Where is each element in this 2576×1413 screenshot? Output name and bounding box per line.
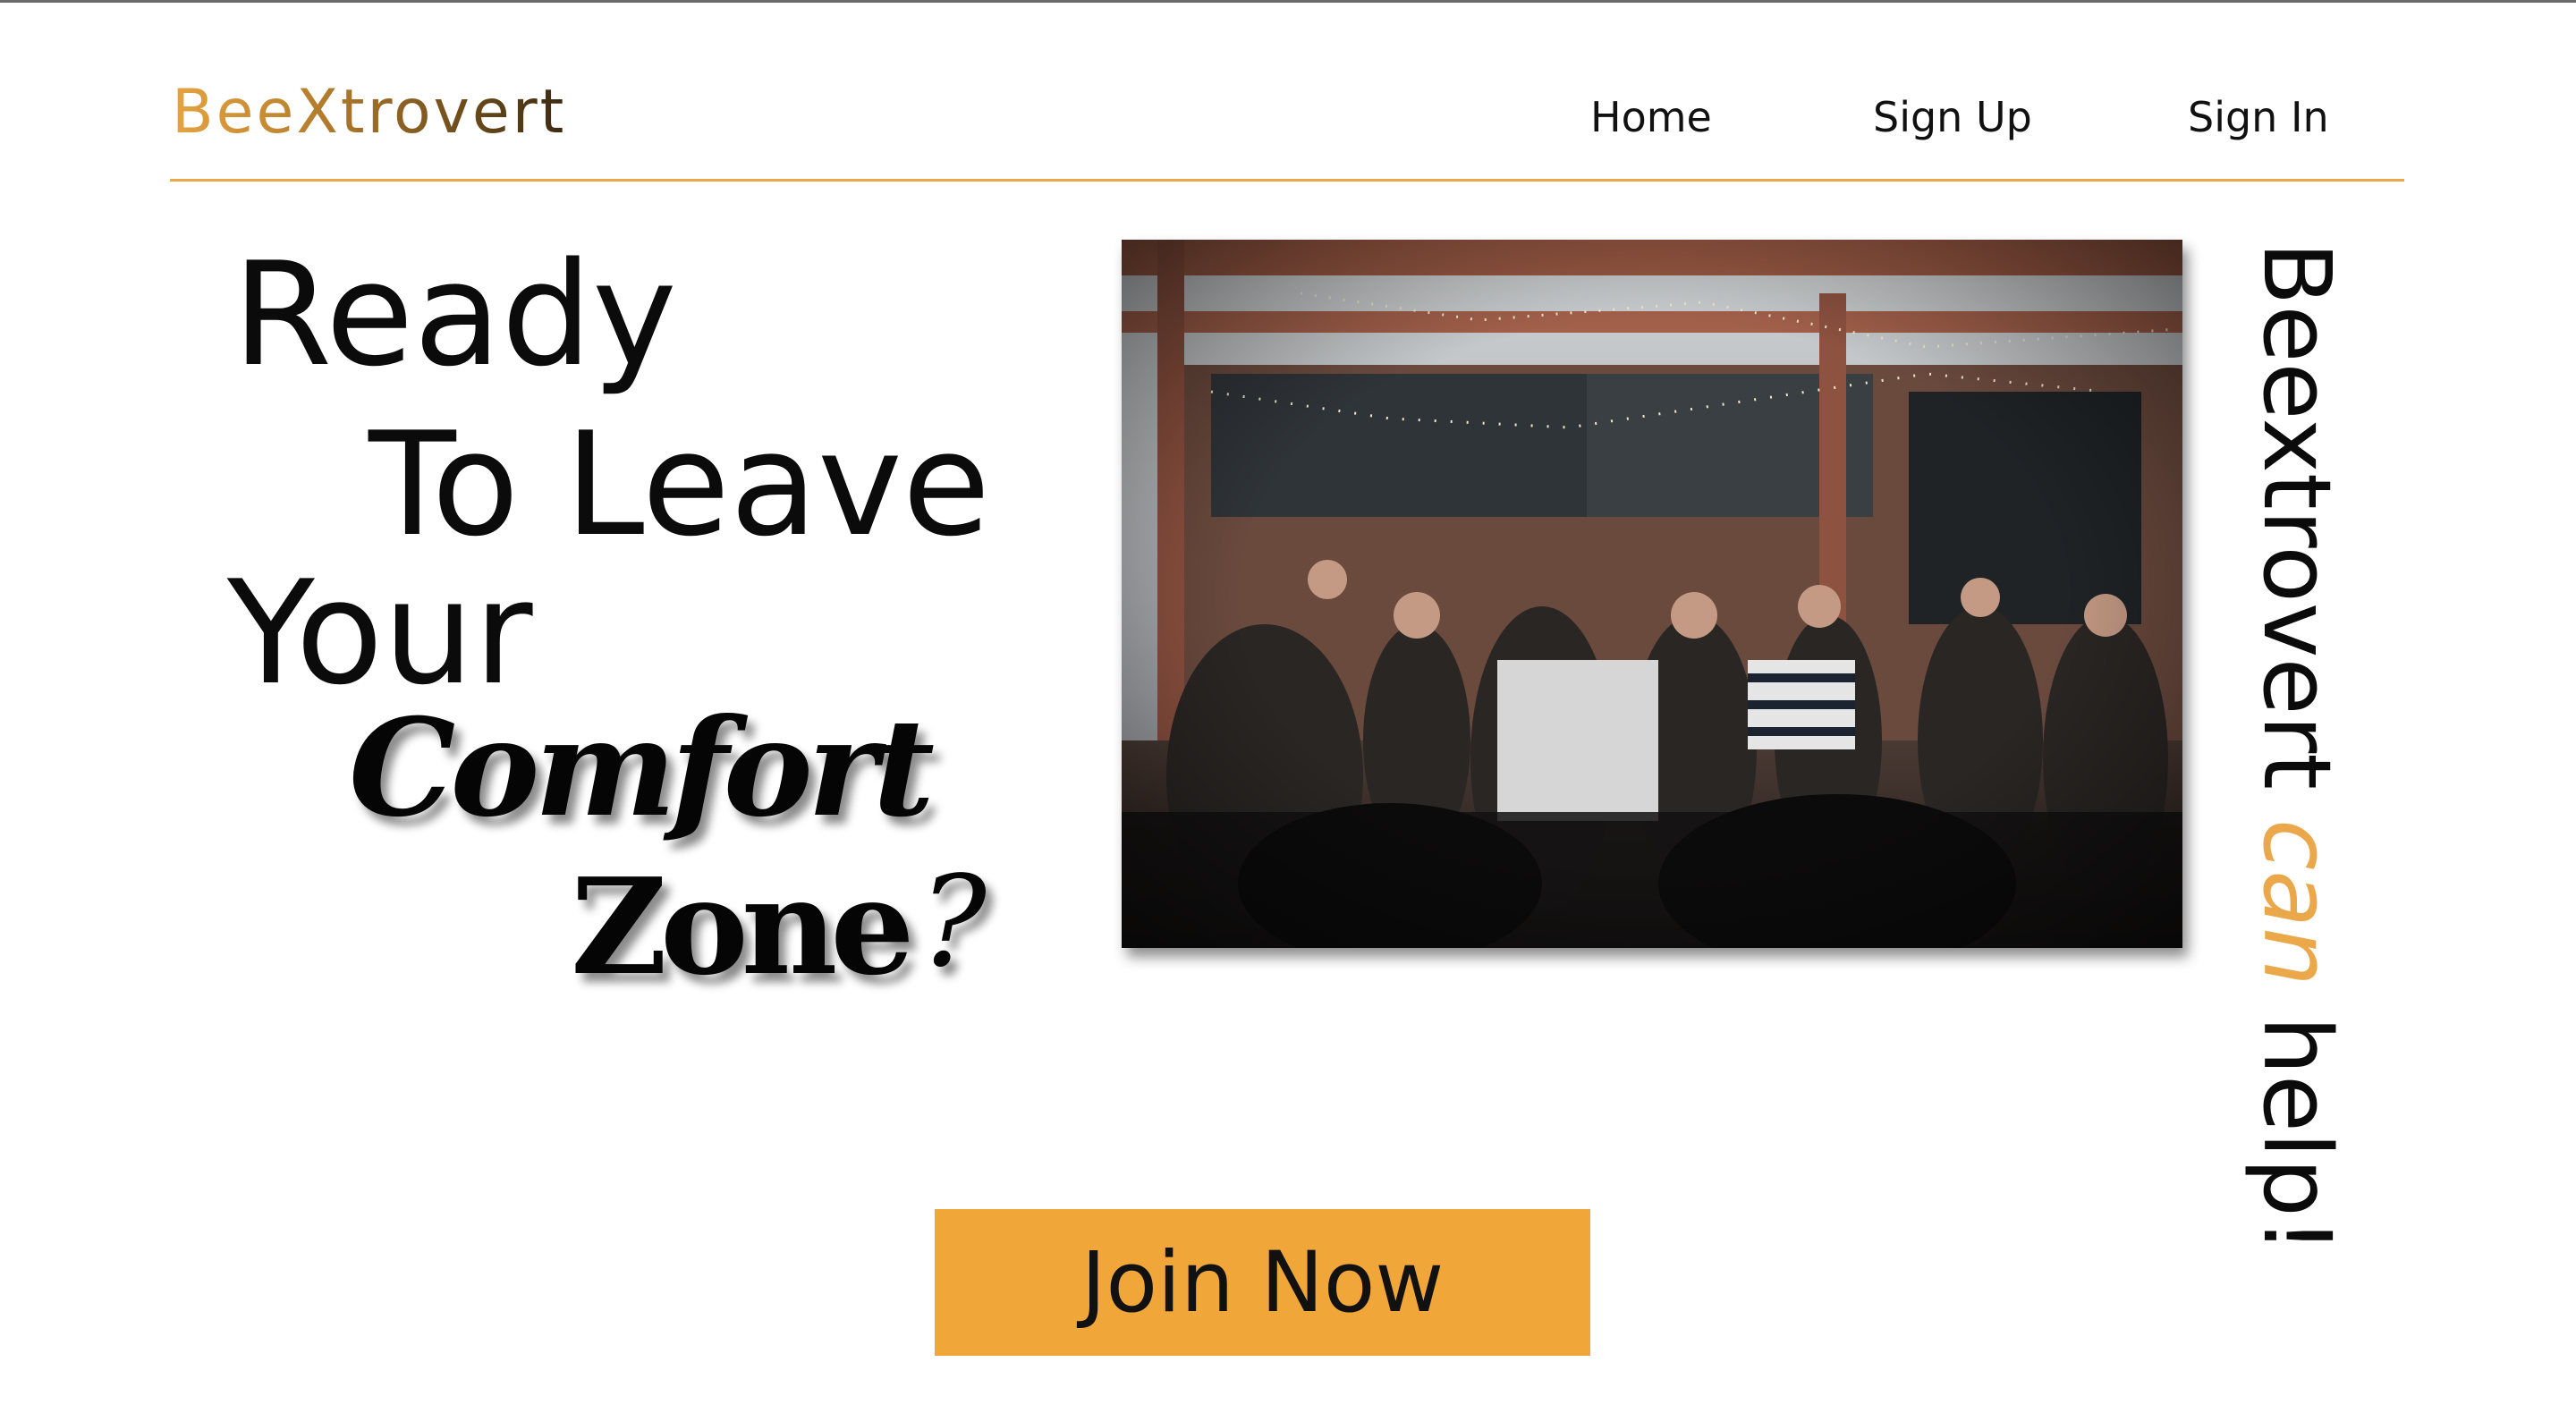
tagline-part-1: Beextrovert <box>2242 241 2351 820</box>
headline-to-leave: To Leave <box>369 401 991 568</box>
headline-question-mark: ? <box>919 850 987 995</box>
nav-sign-up-link[interactable]: Sign Up <box>1873 97 2032 138</box>
headline-ready: Ready <box>233 231 677 398</box>
tagline-part-2: help! <box>2242 986 2351 1255</box>
nav-sign-in-link[interactable]: Sign In <box>2188 97 2329 138</box>
headline-your: Your <box>227 549 533 716</box>
join-now-button[interactable]: Join Now <box>935 1209 1590 1356</box>
header-divider <box>170 179 2404 182</box>
headline-zone: Zone <box>571 849 915 1004</box>
top-border <box>0 0 2576 3</box>
tagline-accent: can <box>2242 819 2351 986</box>
brand-logo[interactable]: BeeXtrovert <box>172 82 566 143</box>
party-crowd-photo <box>1122 240 2182 948</box>
nav-home-link[interactable]: Home <box>1590 97 1712 138</box>
headline-comfort: Comfort <box>349 690 935 847</box>
vertical-tagline: Beextrovert can help! <box>2242 241 2351 1315</box>
party-photo-illustration <box>1122 240 2182 948</box>
